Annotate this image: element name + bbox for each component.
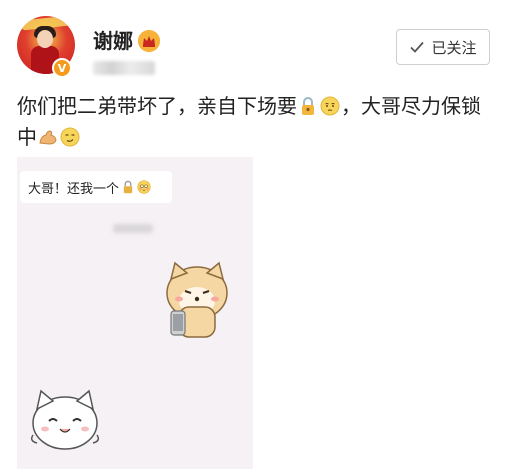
follow-button-label: 已关注: [431, 38, 477, 57]
pensive-face-icon: [320, 96, 340, 116]
flexed-bicep-icon: [39, 130, 57, 145]
flushed-face-icon: [137, 180, 151, 194]
username[interactable]: 谢娜: [93, 25, 133, 54]
shiba-dog-sticker: [166, 261, 228, 338]
white-cat-sticker: [30, 389, 100, 450]
follow-button[interactable]: 已关注: [396, 29, 490, 65]
post-image[interactable]: 大哥！还我一个: [17, 157, 253, 469]
chat-bubble: 大哥！还我一个: [20, 171, 172, 203]
blurred-user-info: [93, 61, 155, 75]
lock-icon: [302, 97, 314, 115]
lock-icon: [123, 180, 133, 194]
avatar-figure-face: [37, 30, 53, 48]
post-text-part-1: 你们把二弟带坏了，亲自下场要: [17, 94, 297, 118]
blurred-timestamp: [113, 224, 153, 233]
verified-badge: V: [52, 58, 72, 78]
crown-icon: [138, 30, 160, 52]
chat-bubble-text: 大哥！还我一个: [28, 181, 120, 197]
post-text: 你们把二弟带坏了，亲自下场要 ，大哥尽力保锁中: [17, 91, 497, 153]
smirk-face-icon: [60, 127, 80, 147]
check-icon: [410, 41, 425, 53]
